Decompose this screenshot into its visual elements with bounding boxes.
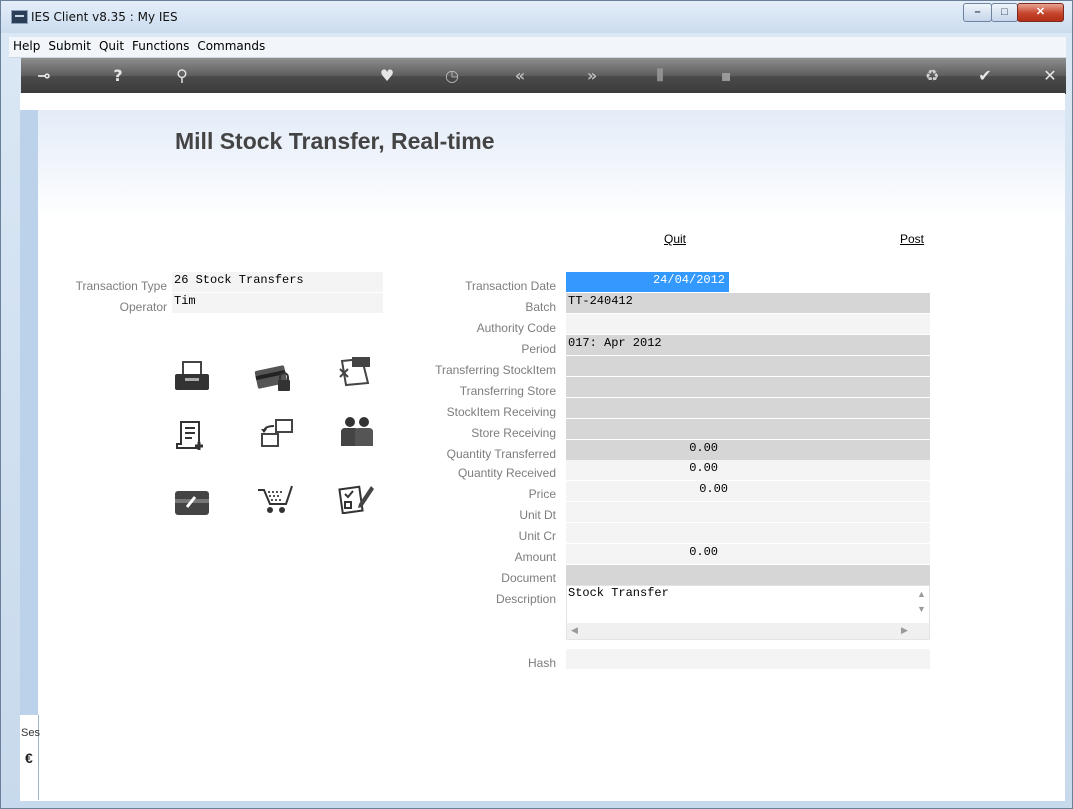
recycle-icon[interactable]: ♻ bbox=[921, 65, 943, 87]
menu-help[interactable]: Help bbox=[9, 37, 44, 53]
menu-quit[interactable]: Quit bbox=[95, 37, 128, 53]
back-icon[interactable]: « bbox=[509, 65, 531, 87]
quantity-transferred-label: Quantity Transferred bbox=[446, 447, 556, 461]
cube-icon[interactable]: ▪ bbox=[715, 65, 737, 87]
close-icon[interactable]: ✕ bbox=[1039, 65, 1061, 87]
tray-icon[interactable] bbox=[173, 360, 211, 392]
menu-commands[interactable]: Commands bbox=[193, 37, 269, 53]
unit-cr-label: Unit Cr bbox=[518, 529, 556, 543]
quantity-received-label: Quantity Received bbox=[457, 466, 556, 480]
store-receiving-label: Store Receiving bbox=[471, 426, 556, 440]
menu-submit[interactable]: Submit bbox=[44, 37, 95, 53]
quantity-received-value: 0.00 bbox=[689, 461, 718, 475]
transferring-stockitem-label: Transferring StockItem bbox=[435, 363, 556, 377]
description-textarea[interactable]: Stock Transfer ▲ ▼ ◀ ▶ bbox=[566, 585, 930, 640]
check-icon[interactable]: ✔ bbox=[974, 65, 996, 87]
transfer-screens-icon[interactable] bbox=[258, 418, 296, 450]
clock-icon[interactable]: ◷ bbox=[441, 65, 463, 87]
shopping-cart-icon[interactable] bbox=[256, 484, 294, 516]
description-vertical-scrollbar[interactable]: ▲ ▼ bbox=[913, 586, 929, 624]
stockitem-receiving-field[interactable] bbox=[566, 398, 930, 418]
store-receiving-field[interactable] bbox=[566, 419, 930, 439]
batch-field[interactable]: TT-240412 bbox=[566, 293, 930, 313]
transaction-date-label: Transaction Date bbox=[465, 279, 556, 293]
transaction-type-label: Transaction Type bbox=[75, 279, 167, 293]
stockitem-receiving-label: StockItem Receiving bbox=[446, 405, 556, 419]
minimize-button[interactable]: – bbox=[963, 3, 992, 22]
transferring-store-label: Transferring Store bbox=[459, 384, 556, 398]
transferring-store-field[interactable] bbox=[566, 377, 930, 397]
price-label: Price bbox=[528, 487, 556, 501]
quit-link[interactable]: Quit bbox=[664, 232, 686, 246]
batch-label: Batch bbox=[525, 300, 556, 314]
credit-card-lock-icon[interactable] bbox=[254, 362, 292, 394]
amount-value: 0.00 bbox=[689, 545, 718, 559]
card-icon[interactable] bbox=[173, 487, 211, 519]
receipt-add-icon[interactable] bbox=[173, 420, 211, 452]
menu-functions[interactable]: Functions bbox=[128, 37, 193, 53]
authority-code-field[interactable] bbox=[566, 314, 930, 334]
price-field[interactable]: 0.00 bbox=[566, 481, 930, 501]
transferring-stockitem-field[interactable] bbox=[566, 356, 930, 376]
key-icon[interactable]: ⊸ bbox=[33, 65, 55, 87]
hash-label: Hash bbox=[527, 656, 556, 670]
session-icon: € bbox=[25, 750, 33, 766]
amount-field[interactable]: 0.00 bbox=[566, 544, 930, 564]
period-field[interactable]: 017: Apr 2012 bbox=[566, 335, 930, 355]
search-icon[interactable]: ⚲ bbox=[171, 65, 193, 87]
hash-field bbox=[566, 649, 930, 669]
authority-code-label: Authority Code bbox=[476, 321, 556, 335]
window-title: IES Client v8.35 : My IES bbox=[31, 10, 178, 24]
period-label: Period bbox=[521, 342, 556, 356]
price-value: 0.00 bbox=[699, 482, 728, 496]
heart-icon[interactable]: ♥ bbox=[376, 65, 398, 87]
close-window-button[interactable]: ✕ bbox=[1017, 3, 1064, 22]
quantity-transferred-value: 0.00 bbox=[689, 441, 718, 455]
transaction-type-field[interactable]: 26 Stock Transfers bbox=[172, 272, 383, 292]
session-label: Ses bbox=[21, 727, 40, 739]
header-band bbox=[38, 110, 1065, 220]
users-icon[interactable] bbox=[338, 416, 376, 448]
document-label: Document bbox=[501, 571, 556, 585]
unit-cr-field[interactable] bbox=[566, 523, 930, 543]
help-icon[interactable]: ? bbox=[107, 65, 129, 87]
title-bar: IES Client v8.35 : My IES – □ ✕ bbox=[1, 1, 1072, 33]
toolbar: ⊸ ? ⚲ ♥ ◷ « » ⫴ ▪ ♻ ✔ ✕ bbox=[21, 58, 1066, 94]
description-label: Description bbox=[495, 592, 556, 606]
quantity-transferred-field[interactable]: 0.00 bbox=[566, 440, 930, 460]
left-edge-bar bbox=[20, 110, 38, 715]
tools-icon[interactable]: ⫴ bbox=[649, 65, 671, 87]
description-horizontal-scrollbar[interactable]: ◀ ▶ bbox=[567, 623, 929, 639]
maximize-button[interactable]: □ bbox=[991, 3, 1018, 22]
quantity-received-field[interactable]: 0.00 bbox=[566, 460, 930, 480]
menu-bar: Help Submit Quit Functions Commands bbox=[9, 37, 1066, 58]
app-icon bbox=[11, 10, 28, 24]
post-link[interactable]: Post bbox=[900, 232, 924, 246]
operator-label: Operator bbox=[119, 300, 167, 314]
unit-dt-field[interactable] bbox=[566, 502, 930, 522]
document-field[interactable] bbox=[566, 565, 930, 585]
certificate-icon[interactable] bbox=[336, 355, 374, 387]
unit-dt-label: Unit Dt bbox=[519, 508, 556, 522]
description-text: Stock Transfer bbox=[568, 586, 669, 600]
operator-field[interactable]: Tim bbox=[172, 293, 383, 313]
forward-icon[interactable]: » bbox=[581, 65, 603, 87]
checklist-edit-icon[interactable] bbox=[337, 482, 375, 514]
transaction-date-field[interactable]: 24/04/2012 bbox=[566, 272, 729, 292]
amount-label: Amount bbox=[514, 550, 556, 564]
page-title: Mill Stock Transfer, Real-time bbox=[175, 128, 495, 154]
